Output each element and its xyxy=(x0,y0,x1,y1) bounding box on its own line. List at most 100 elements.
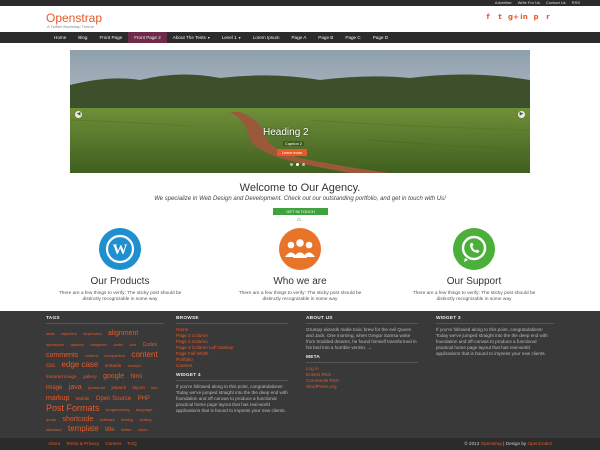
tag-link[interactable]: content xyxy=(131,350,157,359)
tag-link[interactable]: sorting xyxy=(140,417,152,422)
tag-link[interactable]: content xyxy=(85,353,98,358)
footer-link-about[interactable]: About xyxy=(48,438,60,450)
tag-link[interactable]: Mobile xyxy=(76,396,90,401)
tag-link[interactable]: Codex xyxy=(143,342,157,348)
tag-link[interactable]: layout xyxy=(132,385,144,390)
tag-link[interactable]: Ampersand xyxy=(83,332,101,336)
slider-dot-active[interactable] xyxy=(296,163,299,166)
tag-link[interactable]: comparison xyxy=(104,353,125,358)
nav-item[interactable]: Front Page xyxy=(93,32,128,43)
tag-link[interactable]: google xyxy=(103,373,124,380)
nav-item[interactable]: Page B xyxy=(312,32,339,43)
widget3-text: If you're followed along to this point, … xyxy=(436,327,548,356)
google-plus-icon[interactable]: g+ xyxy=(508,13,519,21)
copyright-brand-link[interactable]: Openstrap xyxy=(481,441,502,446)
twitter-icon[interactable]: t xyxy=(496,13,504,21)
top-link-contact[interactable]: Contact Us xyxy=(546,0,566,6)
tag-link[interactable]: javascript xyxy=(88,385,105,390)
tags-widget: TAGS aside alignment Ampersand alignment… xyxy=(46,316,164,444)
tag-link[interactable]: chatts xyxy=(113,343,123,347)
nav-item[interactable]: Front Page 2 xyxy=(128,32,167,43)
tag-link[interactable]: captions xyxy=(70,343,83,347)
caret-down-icon: ▾ xyxy=(207,35,210,40)
tag-link[interactable]: title xyxy=(105,427,114,433)
tag-link[interactable]: PHP xyxy=(138,396,150,402)
get-in-touch-button[interactable]: GET IN TOUCH xyxy=(273,208,328,215)
tag-link[interactable]: html xyxy=(131,374,142,380)
tag-link[interactable]: alignment xyxy=(108,330,138,337)
rss-icon[interactable]: r xyxy=(544,13,552,21)
nav-item[interactable]: Page D xyxy=(367,32,394,43)
tag-link[interactable]: embeds xyxy=(105,363,121,368)
tag-link[interactable]: Post Formats xyxy=(46,403,100,413)
tag-link[interactable]: programming xyxy=(106,407,130,412)
tag-link[interactable]: shortcode xyxy=(62,416,93,423)
top-link-rss[interactable]: RSS xyxy=(572,0,580,6)
tag-link[interactable]: video xyxy=(138,427,148,432)
nav-item[interactable]: Blog xyxy=(72,32,93,43)
tag-link[interactable]: template xyxy=(68,424,99,433)
tag-link[interactable]: featured image xyxy=(46,374,77,379)
footer-link[interactable]: WordPress.org xyxy=(306,384,418,390)
tag-link[interactable]: twitter xyxy=(121,427,132,432)
nav-item[interactable]: Page C xyxy=(339,32,366,43)
facebook-icon[interactable]: f xyxy=(484,13,492,21)
tag-link[interactable]: image xyxy=(46,385,62,391)
nav-item[interactable]: Lorem Ipsum xyxy=(247,32,286,43)
widget-title: BROWSE xyxy=(176,316,288,324)
tag-link[interactable]: link xyxy=(151,385,157,390)
site-logo[interactable]: Openstrap xyxy=(46,11,102,25)
tag-link[interactable]: excerpt xyxy=(128,363,141,368)
tag-link[interactable]: standard xyxy=(46,427,62,432)
slider-dot[interactable] xyxy=(290,163,293,166)
tag-link[interactable]: testing xyxy=(121,417,133,422)
tag-link[interactable]: aside xyxy=(46,332,55,336)
footer-link[interactable]: Careers xyxy=(176,363,288,369)
tag-link[interactable]: jetpack xyxy=(111,385,126,390)
browse-widget: BROWSE Home Page 2 Column Page 3 Column Pag… xyxy=(176,316,288,414)
feature-products: W Our Products There are a few things to… xyxy=(40,228,200,321)
tag-link[interactable]: chat xyxy=(129,343,136,347)
slider-next-button[interactable]: ▶ xyxy=(518,111,525,118)
slide-learn-more-button[interactable]: Learn more xyxy=(277,149,307,156)
tag-link[interactable]: alignment xyxy=(61,332,77,336)
feature-title: Our Products xyxy=(90,276,150,287)
top-link-advertise[interactable]: Advertise xyxy=(495,0,512,6)
footer-link-careers[interactable]: Careers xyxy=(105,438,121,450)
whatsapp-icon xyxy=(453,228,495,270)
slider-prev-button[interactable]: ◀ xyxy=(75,111,82,118)
nav-item[interactable]: Page A xyxy=(285,32,312,43)
feature-text: There are a few things to verify: The st… xyxy=(412,291,536,302)
copyright-mid: | Design by xyxy=(502,441,528,446)
copyright-author-link[interactable]: OpenCodez xyxy=(527,441,552,446)
footer-link-faq[interactable]: FAQ xyxy=(128,438,137,450)
tag-link[interactable]: Open Source xyxy=(96,396,131,402)
slide-heading: Heading 2 xyxy=(263,127,309,138)
hero-slider: ◀ ▶ Heading 2 Caption 2 Learn more xyxy=(70,50,530,173)
widget-title: META xyxy=(306,355,418,363)
tag-link[interactable]: comments xyxy=(46,352,78,359)
slider-dot[interactable] xyxy=(302,163,305,166)
tag-link[interactable]: language xyxy=(136,407,152,412)
tag-link[interactable]: markup xyxy=(46,395,69,402)
nav-item-label: Front Page 2 xyxy=(134,35,161,40)
footer-link-terms[interactable]: Terms & Privacy xyxy=(66,438,99,450)
tag-link[interactable]: apostrophe xyxy=(46,343,64,347)
linkedin-icon[interactable]: in xyxy=(520,13,528,21)
widget4-text: If you're followed along to this point, … xyxy=(176,384,288,413)
feature-text: There are a few things to verify: The st… xyxy=(58,291,182,302)
top-link-write[interactable]: Write For Us xyxy=(518,0,540,6)
widget-title: WIDGET 3 xyxy=(436,316,554,324)
tag-link[interactable]: categories xyxy=(90,343,107,347)
nav-item[interactable]: About The Tests ▾ xyxy=(167,32,216,43)
nav-item[interactable]: Home xyxy=(48,32,72,43)
nav-item[interactable]: Level 1 ▾ xyxy=(216,32,247,43)
tag-link[interactable]: quote xyxy=(46,417,56,422)
pinterest-icon[interactable]: p xyxy=(532,13,540,21)
tag-link[interactable]: edge case xyxy=(61,360,98,369)
tag-link[interactable]: software xyxy=(100,417,115,422)
widget-title: ABOUT US xyxy=(306,316,418,324)
tag-link[interactable]: gallery xyxy=(83,374,97,379)
tag-link[interactable]: java xyxy=(69,384,82,391)
tag-link[interactable]: css xyxy=(46,363,55,369)
